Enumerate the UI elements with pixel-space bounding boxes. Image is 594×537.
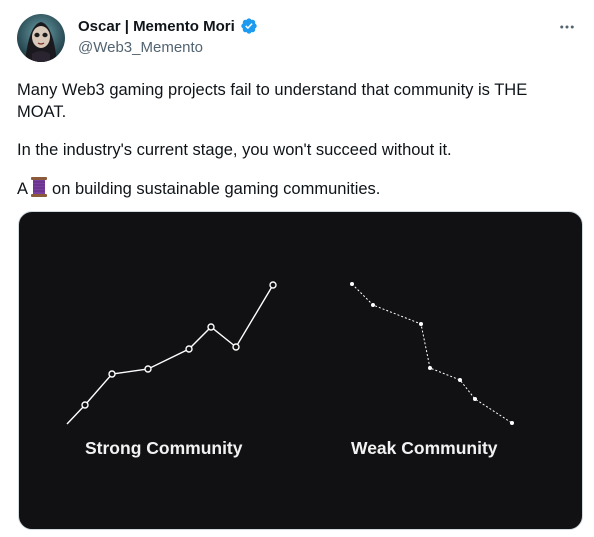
thread-spool-icon — [30, 177, 48, 203]
tweet-text: Many Web3 gaming projects fail to unders… — [17, 79, 577, 219]
strong-point — [144, 365, 152, 373]
author-handle[interactable]: @Web3_Memento — [78, 39, 203, 56]
more-dots-icon — [560, 25, 574, 29]
weak-community-points — [350, 282, 514, 425]
tweet-media-image[interactable]: Strong Community Weak Community — [18, 211, 583, 530]
strong-point — [232, 343, 240, 351]
more-options-button[interactable] — [556, 16, 578, 38]
avatar-portrait-icon — [17, 14, 65, 62]
tweet-paragraph-2: In the industry's current stage, you won… — [17, 141, 452, 159]
tweet-paragraph-3-suffix: on building sustainable gaming communiti… — [52, 180, 381, 198]
strong-point — [81, 401, 89, 409]
weak-point — [350, 282, 354, 286]
weak-point — [428, 366, 432, 370]
verified-badge-icon — [241, 18, 257, 34]
weak-point — [419, 322, 423, 326]
community-chart-graphic — [66, 281, 514, 425]
avatar[interactable] — [17, 14, 65, 62]
strong-point — [185, 345, 193, 353]
strong-community-caption: Strong Community — [85, 438, 243, 458]
strong-point — [207, 323, 215, 331]
strong-community-line — [66, 284, 274, 425]
author-name-row[interactable]: Oscar | Memento Mori — [78, 17, 258, 35]
strong-point — [269, 281, 277, 289]
strong-point — [108, 370, 116, 378]
weak-community-line — [351, 283, 513, 424]
weak-point — [458, 378, 462, 382]
tweet-paragraph-3-prefix: A — [17, 180, 29, 198]
weak-community-caption: Weak Community — [351, 438, 498, 458]
tweet-paragraph-1: Many Web3 gaming projects fail to unders… — [17, 81, 528, 121]
weak-point — [510, 421, 514, 425]
weak-point — [371, 303, 375, 307]
author-display-name[interactable]: Oscar | Memento Mori — [78, 18, 235, 35]
tweet-paragraph-3: A on building sustainable gaming communi… — [17, 177, 577, 203]
strong-community-points — [81, 281, 277, 409]
weak-point — [473, 397, 477, 401]
